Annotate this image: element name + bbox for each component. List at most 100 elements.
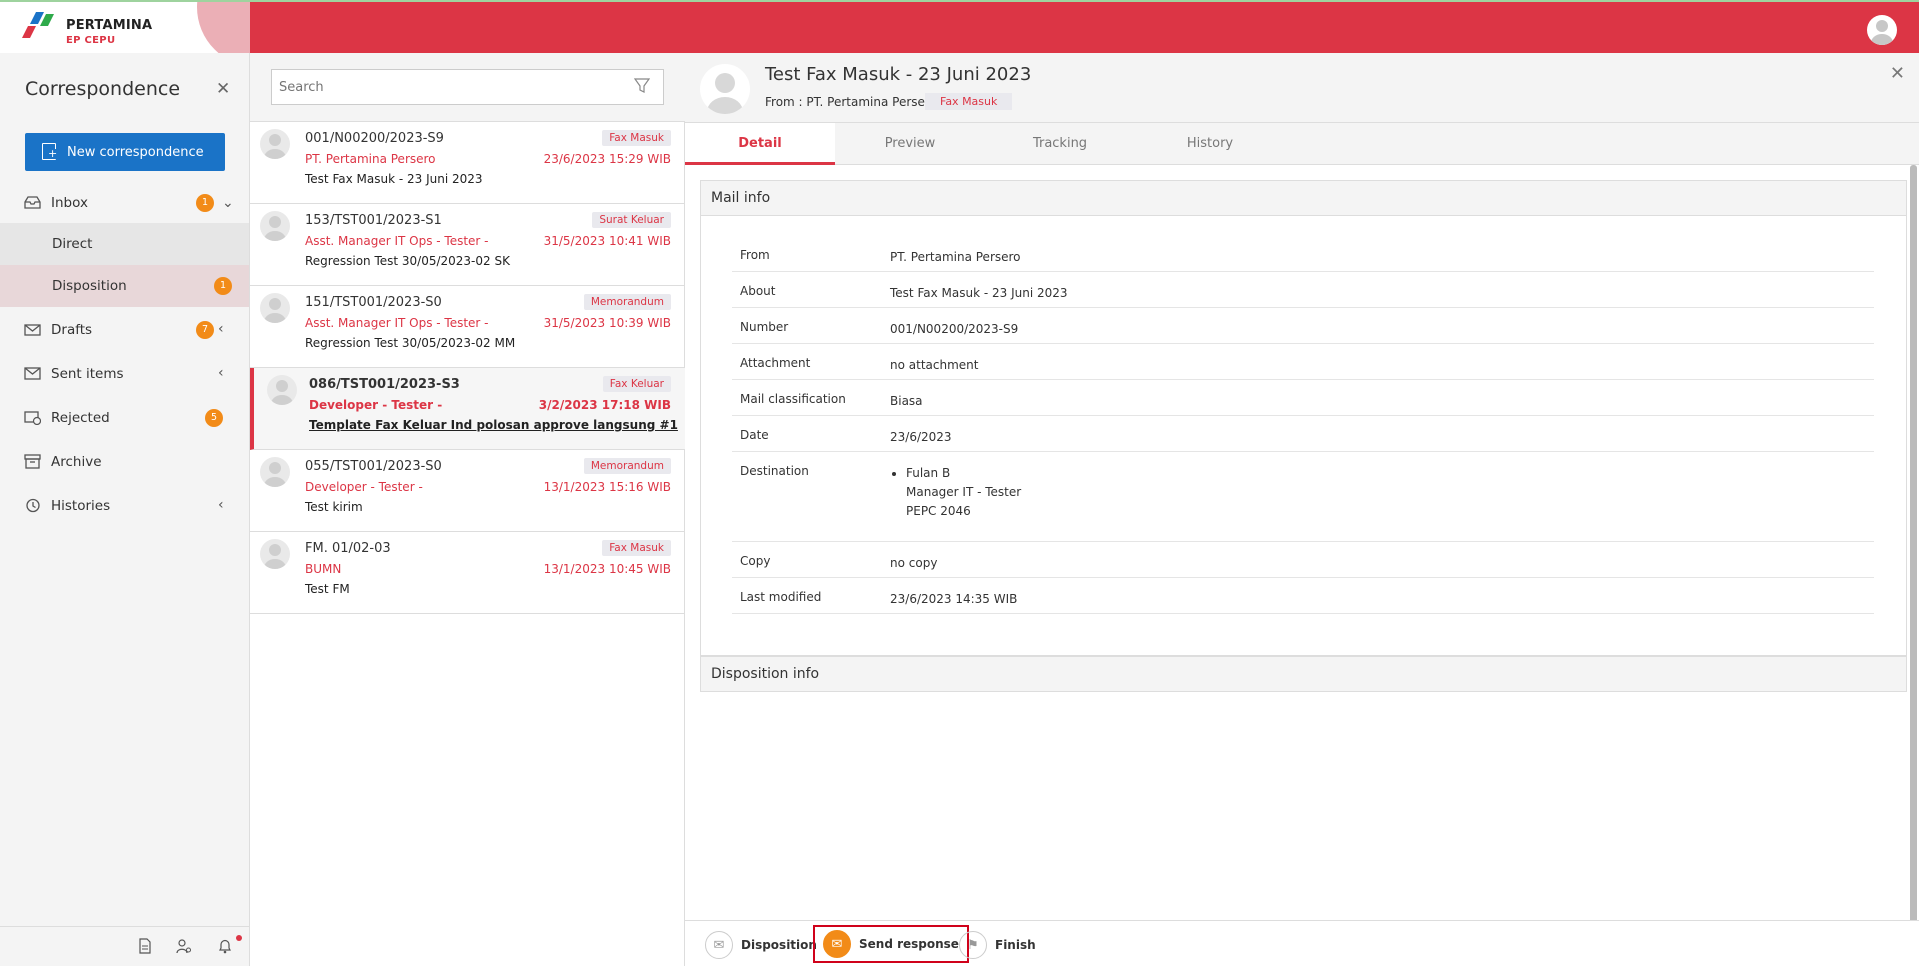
search-input[interactable] [271,69,664,105]
field-label: Attachment [740,356,811,370]
sidebar-item-inbox[interactable]: Inbox 1 ⌄ [0,183,249,223]
sender-avatar [700,64,750,114]
sidebar-item-rejected[interactable]: Rejected 5 [0,398,249,438]
tab-tracking[interactable]: Tracking [985,123,1135,165]
filter-icon[interactable] [634,78,650,94]
close-icon[interactable]: ✕ [1890,63,1905,84]
mail-type-tag: Memorandum [583,294,671,310]
mail-list-item[interactable]: 001/N00200/2023-S9 PT. Pertamina Persero T… [250,122,685,204]
detail-tabs: Detail Preview Tracking History [685,123,1919,165]
logo-decoration [197,2,250,53]
sidebar-item-disposition[interactable]: Disposition 1 [0,265,249,307]
drafts-icon [24,324,41,336]
inbox-badge: 1 [196,194,214,212]
sidebar-item-label: Archive [51,454,102,470]
detail-content: Mail info From PT. Pertamina Persero Abo… [700,180,1907,692]
field-label: Mail classification [740,392,846,406]
field-value: Fulan B Manager IT - Tester PEPC 2046 [890,464,1021,521]
tab-detail[interactable]: Detail [685,123,835,165]
person-icon [271,380,293,405]
person-icon [264,462,286,487]
field-label: Date [740,428,769,442]
sender-avatar [260,457,290,487]
person-icon [264,544,286,569]
sidebar-item-direct[interactable]: Direct [0,223,249,265]
notification-dot [236,935,242,941]
archive-icon [24,454,41,469]
mail-date: 13/1/2023 10:45 WIB [543,562,671,576]
mail-sender: BUMN [305,562,342,576]
mail-list-item[interactable]: 086/TST001/2023-S3 Developer - Tester - Te… [250,368,685,450]
user-settings-icon[interactable] [176,938,192,954]
bell-icon[interactable] [217,938,233,954]
mail-type-tag: Surat Keluar [592,212,671,228]
field-value: Biasa [890,394,923,408]
person-icon [264,298,286,323]
sidebar-item-drafts[interactable]: Drafts 7 ‹ [0,310,249,350]
scrollbar[interactable] [1910,165,1917,925]
person-icon [707,73,743,114]
field-attachment: Attachment no attachment [732,344,1874,380]
mail-date: 31/5/2023 10:39 WIB [543,316,671,330]
mail-number: 055/TST001/2023-S0 [305,459,442,474]
detail-tag: Fax Masuk [925,93,1013,110]
send-response-label: Send response [859,937,959,951]
finish-button[interactable]: ⚑ Finish [959,928,1036,962]
detail-pane: Test Fax Masuk - 23 Juni 2023 From : PT.… [685,53,1919,966]
mail-type-tag: Fax Keluar [602,376,671,392]
sidebar-item-label: Inbox [51,195,88,211]
sidebar: Correspondence ✕ New correspondence Inbo… [0,53,250,966]
chevron-left-icon[interactable]: ‹ [218,497,224,513]
new-correspondence-button[interactable]: New correspondence [25,133,225,171]
mail-type-tag: Fax Masuk [602,540,671,556]
mail-number: 001/N00200/2023-S9 [305,131,444,146]
tab-history[interactable]: History [1135,123,1285,165]
field-last-modified: Last modified 23/6/2023 14:35 WIB [732,578,1874,614]
field-value: no copy [890,556,938,570]
flag-icon: ⚑ [959,931,987,959]
disposition-button[interactable]: ✉ Disposition [705,928,817,962]
action-bar: ✉ Disposition ✉ Send response ⚑ Finish [685,920,1919,966]
sidebar-item-histories[interactable]: Histories ‹ [0,486,249,526]
close-icon[interactable]: ✕ [216,79,230,99]
chevron-left-icon[interactable]: ‹ [218,365,224,381]
sidebar-item-sent[interactable]: Sent items ‹ [0,354,249,394]
sidebar-item-archive[interactable]: Archive [0,442,249,482]
mail-subject: Regression Test 30/05/2023-02 SK [305,254,510,268]
field-label: Number [740,320,789,334]
field-destination: Destination Fulan B Manager IT - Tester … [732,452,1874,542]
document-icon[interactable] [137,938,153,954]
mail-list-item[interactable]: 055/TST001/2023-S0 Developer - Tester - Te… [250,450,685,532]
search-bar [250,53,685,122]
sidebar-footer [0,926,249,966]
sidebar-item-label: Sent items [51,366,124,382]
field-value: no attachment [890,358,979,372]
mail-info-header[interactable]: Mail info [700,180,1907,216]
field-label: About [740,284,776,298]
new-document-icon [42,143,58,160]
sidebar-item-label: Histories [51,498,111,514]
mail-sender: Developer - Tester - [305,480,423,494]
mail-list-item[interactable]: FM. 01/02-03 BUMN Test FM Fax Masuk 13/1/202… [250,532,685,614]
sender-avatar [267,375,297,405]
destination-item: Fulan B Manager IT - Tester PEPC 2046 [906,464,1021,521]
field-date: Date 23/6/2023 [732,416,1874,452]
destination-code: PEPC 2046 [906,504,971,518]
rejected-icon [24,411,41,425]
sender-avatar [260,293,290,323]
destination-role: Manager IT - Tester [906,485,1022,499]
detail-title: Test Fax Masuk - 23 Juni 2023 [765,64,1032,85]
mail-info-body: From PT. Pertamina Persero About Test Fa… [700,216,1907,656]
user-avatar[interactable] [1867,15,1897,45]
chevron-left-icon[interactable]: ‹ [218,321,224,337]
field-about: About Test Fax Masuk - 23 Juni 2023 [732,272,1874,308]
sender-avatar [260,129,290,159]
sidebar-item-label: Rejected [51,410,110,426]
mail-list-item[interactable]: 151/TST001/2023-S0 Asst. Manager IT Ops -… [250,286,685,368]
logo-area: PERTAMINA EP CEPU [0,2,250,53]
disposition-info-header[interactable]: Disposition info [700,656,1907,692]
chevron-down-icon[interactable]: ⌄ [222,195,234,211]
send-response-button[interactable]: ✉ Send response [813,925,969,963]
tab-preview[interactable]: Preview [835,123,985,165]
mail-list-item[interactable]: 153/TST001/2023-S1 Asst. Manager IT Ops -… [250,204,685,286]
